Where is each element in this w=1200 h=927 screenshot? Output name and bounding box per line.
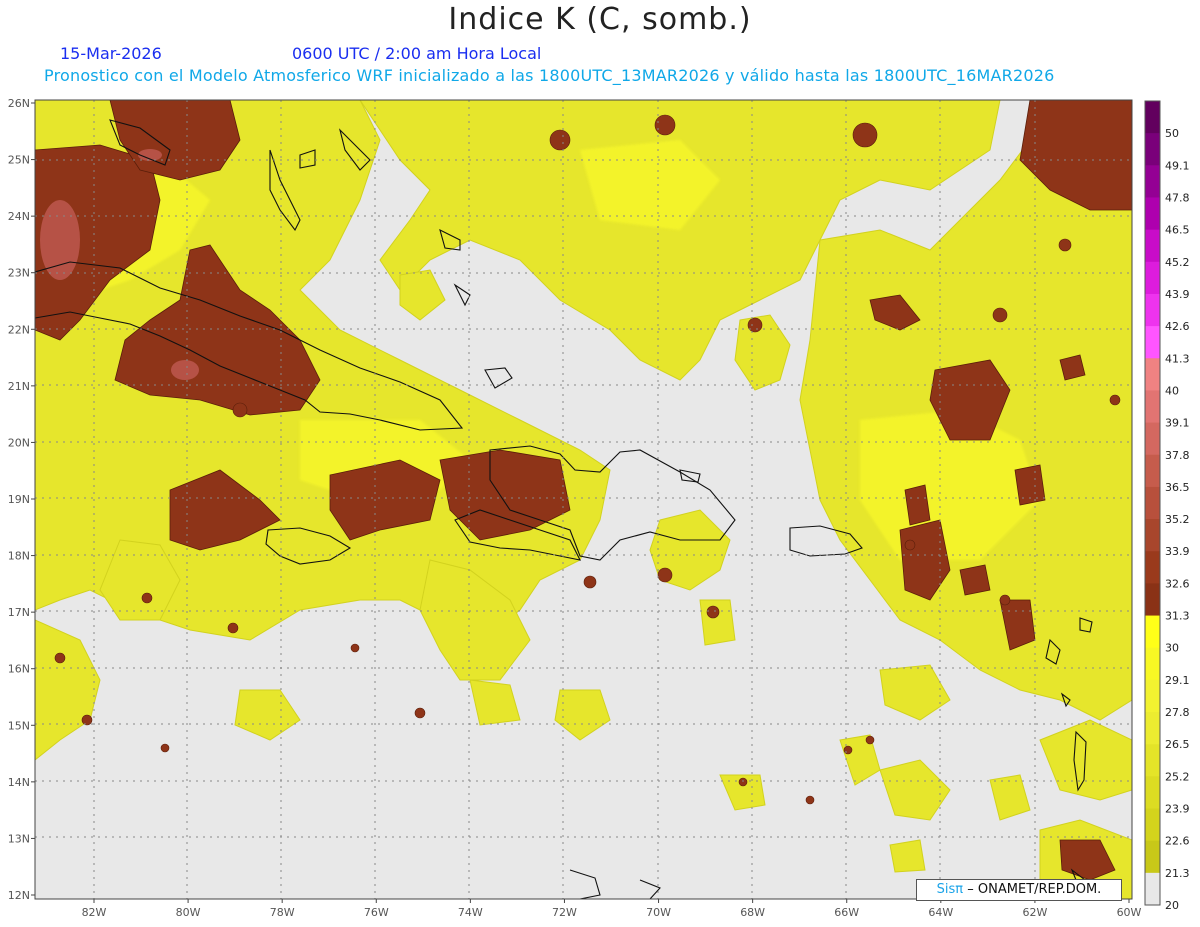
colorbar-label: 27.8 [1165,706,1190,719]
lon-label: 66W [834,906,859,919]
colorbar-swatch [1145,326,1160,359]
colorbar-label: 40 [1165,384,1179,397]
lon-label: 72W [552,906,577,919]
colorbar-label: 41.3 [1165,352,1190,365]
colorbar-swatch [1145,583,1160,617]
colorbar-label: 30 [1165,642,1179,655]
lon-label: 70W [646,906,671,919]
colorbar-label: 26.5 [1165,738,1190,751]
colorbar-swatch [1145,840,1160,874]
colorbar-swatch [1145,679,1160,713]
colorbar-swatch [1145,390,1160,424]
lon-label: 76W [364,906,389,919]
credit-sis: Sisπ [936,882,964,897]
credit-org: – ONAMET/REP.DOM. [967,882,1102,897]
lat-label: 23N [8,267,30,280]
colorbar-swatch [1145,647,1160,681]
latitude-axis: 26N 25N 24N 23N 22N 21N 20N 19N 18N 17N 16N 15N 14N 1… [8,97,35,902]
lat-label: 24N [8,210,30,223]
colorbar-label: 33.9 [1165,545,1190,558]
colorbar-swatch [1145,197,1160,231]
colorbar-swatch [1145,519,1160,552]
colorbar: 50 49.1 47.8 46.5 45.2 43.9 42.6 41.3 40 39.1 37.8… [1144,100,1190,912]
colorbar-swatch [1145,776,1160,810]
lon-label: 80W [176,906,201,919]
colorbar-swatch [1145,872,1160,906]
lon-label: 74W [458,906,483,919]
colorbar-label: 43.9 [1165,288,1190,301]
colorbar-label: 35.2 [1165,513,1190,526]
colorbar-swatch [1145,293,1160,327]
lon-label: 68W [740,906,765,919]
lon-label: 82W [82,906,107,919]
longitude-axis: 82W 80W 78W 76W 74W 72W 70W 68W 66W 64W 62W 60W [82,899,1142,919]
colorbar-label: 37.8 [1165,449,1190,462]
lon-label: 62W [1022,906,1047,919]
colorbar-swatch [1145,358,1160,391]
lat-label: 18N [8,550,30,563]
colorbar-label: 20 [1165,899,1179,912]
lat-label: 20N [8,436,30,449]
colorbar-label: 45.2 [1165,256,1190,269]
colorbar-label: 22.6 [1165,835,1190,848]
colorbar-swatch [1145,133,1160,166]
colorbar-swatch [1145,615,1160,649]
colorbar-label: 21.3 [1165,867,1190,880]
lat-label: 19N [8,493,30,506]
colorbar-label: 47.8 [1165,191,1190,204]
lat-label: 14N [8,776,30,789]
lat-label: 17N [8,606,30,619]
colorbar-label: 32.6 [1165,577,1190,590]
colorbar-label: 25.2 [1165,770,1190,783]
lat-label: 16N [8,663,30,676]
colorbar-swatch [1145,744,1160,777]
lon-label: 64W [928,906,953,919]
lat-label: 25N [8,154,30,167]
colorbar-swatch [1145,454,1160,488]
colorbar-label: 29.1 [1165,674,1190,687]
lat-label: 15N [8,719,30,732]
lon-label: 60W [1117,906,1142,919]
colorbar-swatch [1145,712,1160,745]
colorbar-label: 36.5 [1165,481,1190,494]
colorbar-label: 39.1 [1165,417,1190,430]
colorbar-swatch [1145,261,1160,295]
colorbar-label: 42.6 [1165,320,1190,333]
colorbar-swatch [1145,101,1160,134]
lat-label: 21N [8,380,30,393]
credit-box: Sisπ – ONAMET/REP.DOM. [916,879,1122,901]
colorbar-swatch [1145,808,1160,842]
colorbar-label: 50 [1165,127,1179,140]
colorbar-label: 23.9 [1165,803,1190,816]
colorbar-swatch [1145,229,1160,263]
lon-label: 78W [270,906,295,919]
weather-map: 26N 25N 24N 23N 22N 21N 20N 19N 18N 17N 16N 15N 14N 1… [8,97,1190,919]
colorbar-swatch [1145,551,1160,584]
colorbar-swatch [1145,486,1160,520]
lat-label: 26N [8,97,30,110]
colorbar-swatch [1145,165,1160,198]
colorbar-label: 31.3 [1165,610,1190,623]
lat-label: 22N [8,323,30,336]
lat-label: 12N [8,889,30,902]
lat-label: 13N [8,832,30,845]
colorbar-label: 49.1 [1165,159,1190,172]
colorbar-swatch [1145,422,1160,456]
colorbar-label: 46.5 [1165,224,1190,237]
